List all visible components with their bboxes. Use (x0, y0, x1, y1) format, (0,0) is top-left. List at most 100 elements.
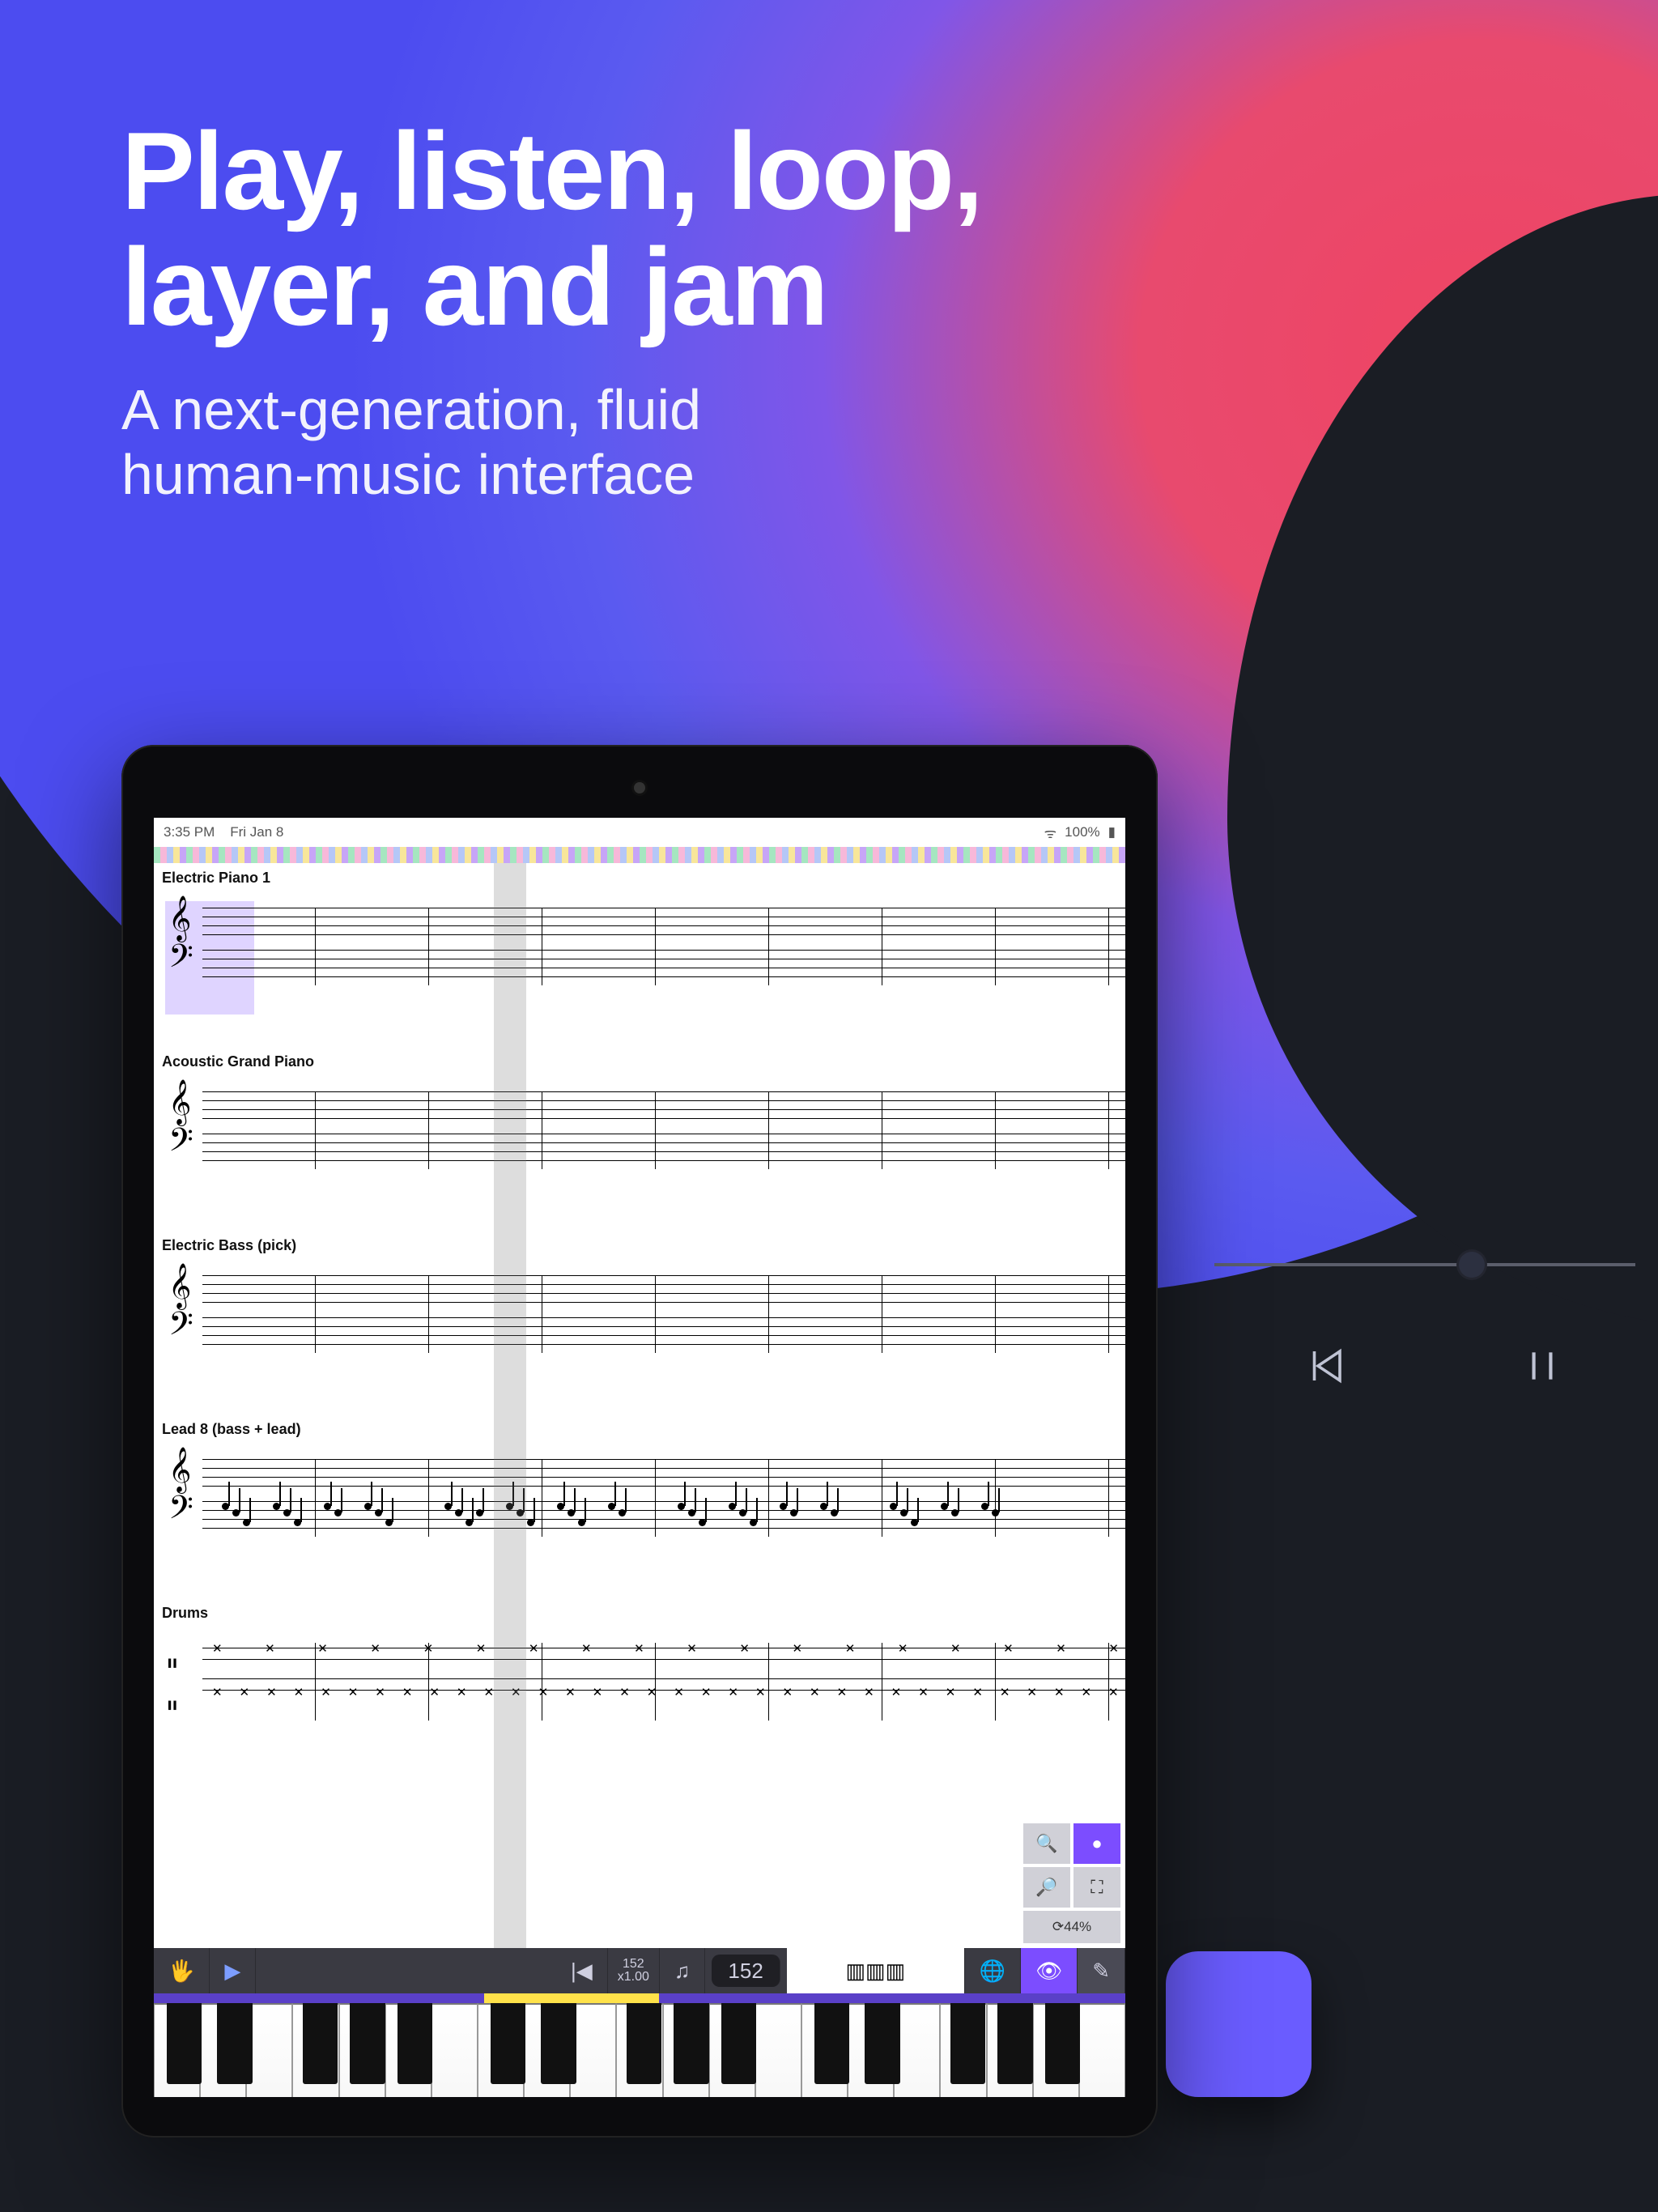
track-label: Electric Bass (pick) (162, 1237, 1125, 1254)
track-electric-piano[interactable]: Electric Piano 1 𝄞𝄢 (154, 863, 1125, 990)
bass-clef-icon: 𝄢 (168, 1124, 193, 1166)
play-icon: ▶ (224, 1959, 240, 1984)
score-area[interactable]: Electric Piano 1 𝄞𝄢 Acoustic Grand Piano… (154, 863, 1125, 1948)
fullscreen-button[interactable]: ⛶ (1073, 1867, 1120, 1908)
plus-icon: 🔍 (1035, 1833, 1057, 1854)
drum-staff[interactable]: 𝄥𝄥 ✕✕✕✕✕✕✕✕✕✕✕✕✕✕✕✕✕✕ ✕✕✕✕✕✕✕✕✕✕✕✕✕✕✕✕✕✕… (165, 1636, 1125, 1725)
subhead-line1: A next-generation, fluid (121, 378, 701, 441)
zoom-percent[interactable]: ⟳ 44% (1023, 1911, 1120, 1943)
staff[interactable]: 𝄞𝄢 (165, 901, 1125, 990)
track-acoustic-piano[interactable]: Acoustic Grand Piano 𝄞𝄢 (154, 1047, 1125, 1174)
promo-purple-card (1166, 1951, 1312, 2097)
black-key[interactable] (350, 2003, 385, 2084)
tablet-frame: 3:35 PM Fri Jan 8 ᯤ 100% ▮ 369 Electric … (121, 745, 1158, 2138)
playhead[interactable] (494, 863, 526, 1948)
transport-toolbar: 🖐 ▶ |◀ 152 x1.00 ♫ 152 ▥▥▥ 🌐 👁 ✎ (154, 1948, 1125, 1993)
clefs: 𝄞𝄢 (168, 898, 193, 982)
tempo-value: 152 (623, 1958, 644, 1971)
treble-clef-icon: 𝄞 (168, 898, 193, 940)
pencil-icon: ✎ (1092, 1959, 1110, 1984)
record-icon: ● (1091, 1833, 1102, 1854)
promo-previous-button[interactable] (1303, 1344, 1347, 1388)
tempo-display[interactable]: 152 x1.00 (608, 1948, 660, 1993)
rewind-icon: |◀ (571, 1959, 593, 1984)
minus-icon: 🔎 (1035, 1877, 1057, 1898)
song-progress-strip[interactable] (154, 1993, 1125, 2003)
black-key[interactable] (674, 2003, 708, 2084)
play-button[interactable]: ▶ (210, 1948, 256, 1993)
zoom-tool-cluster: 🔍 ● 🔎 ⛶ ⟳ 44% (1023, 1823, 1120, 1943)
record-button[interactable]: ● (1073, 1823, 1120, 1864)
tempo-mult: x1.00 (618, 1971, 649, 1984)
headline: Play, listen, loop, layer, and jam (121, 113, 982, 345)
instrument-keyboard-button[interactable]: ▥▥▥ (787, 1948, 965, 1993)
track-lead8[interactable]: Lead 8 (bass + lead) 𝄞𝄢 (154, 1414, 1125, 1542)
zoom-out-button[interactable]: 🔎 (1023, 1867, 1070, 1908)
black-key[interactable] (303, 2003, 338, 2084)
black-key[interactable] (541, 2003, 576, 2084)
status-time: 3:35 PM (164, 824, 215, 840)
rewind-button[interactable]: |◀ (556, 1948, 608, 1993)
eye-icon: 👁 (1035, 1959, 1062, 1984)
black-key[interactable] (1045, 2003, 1080, 2084)
bass-clef-icon: 𝄢 (168, 1308, 193, 1350)
black-key[interactable] (997, 2003, 1032, 2084)
hand-icon: 🖐 (168, 1959, 194, 1984)
piano-icon: ▥▥▥ (845, 1959, 905, 1984)
drum-hits-row1: ✕✕✕✕✕✕✕✕✕✕✕✕✕✕✕✕✕✕ (212, 1641, 1119, 1657)
black-key[interactable] (950, 2003, 985, 2084)
clefs: 𝄞𝄢 (168, 1266, 193, 1350)
bass-clef-icon: 𝄢 (168, 1491, 193, 1534)
headline-line1: Play, listen, loop, (121, 109, 982, 232)
promo-slider-knob[interactable] (1459, 1252, 1485, 1278)
drum-hits-row2: ✕✕✕✕✕✕✕✕✕✕✕✕✕✕✕✕✕✕✕✕✕✕✕✕✕✕✕✕✕✕✕✕✕✕ (212, 1685, 1119, 1700)
battery-icon: ▮ (1108, 824, 1116, 840)
promo-pause-button[interactable] (1522, 1344, 1562, 1388)
track-electric-bass[interactable]: Electric Bass (pick) 𝄞𝄢 (154, 1231, 1125, 1358)
status-bar: 3:35 PM Fri Jan 8 ᯤ 100% ▮ (154, 818, 1125, 847)
black-key[interactable] (814, 2003, 849, 2084)
status-right: ᯤ 100% ▮ (1044, 823, 1116, 842)
battery-label: 100% (1065, 824, 1099, 840)
piano-keyboard[interactable]: ABCDEFGABCDEFGABCDEFG (154, 2003, 1125, 2097)
bpm-value: 152 (728, 1959, 763, 1984)
black-key[interactable] (865, 2003, 899, 2084)
edit-button[interactable]: ✎ (1078, 1948, 1125, 1993)
black-key[interactable] (491, 2003, 525, 2084)
zoom-in-button[interactable]: 🔍 (1023, 1823, 1070, 1864)
bass-clef-icon: 𝄢 (168, 940, 193, 982)
measure-ruler[interactable] (154, 847, 1125, 863)
clefs: 𝄞𝄢 (168, 1082, 193, 1166)
fullscreen-icon: ⛶ (1090, 1877, 1103, 1898)
track-drums[interactable]: Drums 𝄥𝄥 ✕✕✕✕✕✕✕✕✕✕✕✕✕✕✕✕✕✕ ✕✕✕✕✕✕✕✕✕✕✕✕… (154, 1598, 1125, 1725)
staff[interactable]: 𝄞𝄢 (165, 1269, 1125, 1358)
black-key[interactable] (627, 2003, 661, 2084)
black-key[interactable] (167, 2003, 202, 2084)
clefs: 𝄞𝄢 (168, 1449, 193, 1534)
staff[interactable]: 𝄞𝄢 (165, 1453, 1125, 1542)
note-row (222, 1495, 1117, 1535)
treble-clef-icon: 𝄞 (168, 1449, 193, 1491)
view-button[interactable]: 👁 (1021, 1948, 1078, 1993)
globe-button[interactable]: 🌐 (965, 1948, 1021, 1993)
app-screen: 3:35 PM Fri Jan 8 ᯤ 100% ▮ 369 Electric … (154, 818, 1125, 2097)
track-label: Lead 8 (bass + lead) (162, 1421, 1125, 1438)
zoom-value: 44% (1064, 1919, 1091, 1935)
black-key[interactable] (721, 2003, 756, 2084)
bpm-display[interactable]: 152 (712, 1955, 780, 1987)
refresh-icon: ⟳ (1052, 1919, 1064, 1935)
black-key[interactable] (217, 2003, 252, 2084)
staff[interactable]: 𝄞𝄢 (165, 1085, 1125, 1174)
hand-tool-button[interactable]: 🖐 (154, 1948, 210, 1993)
percussion-clef-icon: 𝄥𝄥 (168, 1643, 176, 1727)
globe-icon: 🌐 (980, 1959, 1005, 1984)
subhead-line2: human-music interface (121, 443, 695, 506)
headline-line2: layer, and jam (121, 225, 827, 348)
promo-progress-slider[interactable] (1214, 1263, 1635, 1266)
metronome-button[interactable]: ♫ (660, 1948, 706, 1993)
black-key[interactable] (397, 2003, 432, 2084)
status-left: 3:35 PM Fri Jan 8 (164, 824, 283, 840)
tablet-camera (634, 782, 645, 793)
marketing-copy: Play, listen, loop, layer, and jam A nex… (121, 113, 982, 508)
treble-clef-icon: 𝄞 (168, 1082, 193, 1124)
